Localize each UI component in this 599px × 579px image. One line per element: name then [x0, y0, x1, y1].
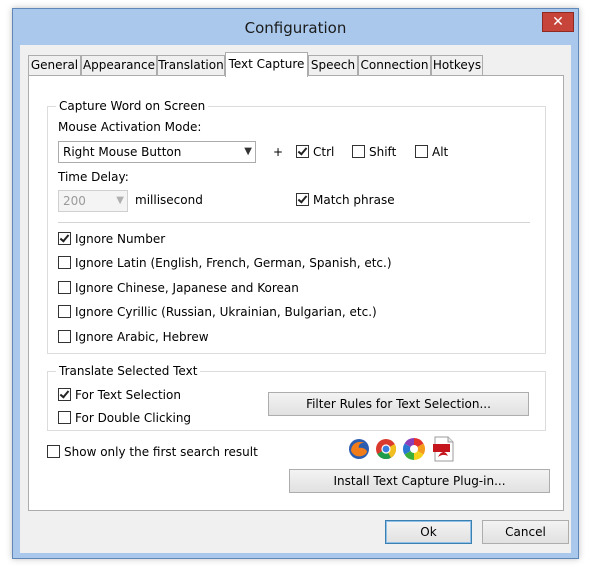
match-phrase-label: Match phrase	[313, 193, 395, 207]
ignore-cjk-label: Ignore Chinese, Japanese and Korean	[75, 281, 299, 295]
first-result-label: Show only the first search result	[64, 445, 258, 459]
cancel-button[interactable]: Cancel	[482, 520, 569, 544]
window-title: Configuration	[244, 19, 347, 37]
picasa-icon	[403, 438, 425, 460]
tab-text-capture[interactable]: Text Capture	[225, 52, 308, 77]
ignore-number-label: Ignore Number	[75, 232, 166, 246]
for-double-click-checkbox[interactable]	[58, 411, 71, 424]
firefox-icon	[349, 439, 369, 459]
tab-general[interactable]: General	[28, 55, 81, 76]
ctrl-checkbox[interactable]	[296, 145, 309, 158]
for-double-click-label: For Double Clicking	[75, 411, 192, 425]
tab-hotkeys[interactable]: Hotkeys	[431, 55, 483, 76]
time-delay-input[interactable]: 200 ▼	[58, 190, 128, 212]
checkmark-icon	[297, 193, 308, 204]
separator	[58, 222, 530, 223]
close-button[interactable]: ✕	[542, 12, 574, 32]
text-capture-panel: Capture Word on Screen Mouse Activation …	[28, 75, 564, 511]
checkmark-icon	[297, 145, 308, 156]
chrome-icon	[376, 439, 397, 460]
filter-rules-button[interactable]: Filter Rules for Text Selection...	[268, 392, 529, 416]
time-delay-label: Time Delay:	[58, 170, 129, 184]
chevron-down-icon: ▼	[116, 195, 124, 206]
for-text-selection-checkbox[interactable]	[58, 388, 71, 401]
shift-label: Shift	[369, 145, 397, 159]
tab-translation[interactable]: Translation	[157, 55, 225, 76]
capture-word-group: Capture Word on Screen Mouse Activation …	[47, 99, 546, 354]
install-plugin-button[interactable]: Install Text Capture Plug-in...	[289, 469, 550, 493]
tab-appearance[interactable]: Appearance	[81, 55, 157, 76]
dialog-client: General Appearance Translation Text Capt…	[20, 45, 571, 553]
activation-mode-label: Mouse Activation Mode:	[58, 120, 202, 134]
ignore-cjk-checkbox[interactable]	[58, 281, 71, 294]
shift-checkbox[interactable]	[352, 145, 365, 158]
translate-selected-group: Translate Selected Text For Text Selecti…	[47, 364, 546, 431]
tab-speech[interactable]: Speech	[308, 55, 358, 76]
ok-button[interactable]: Ok	[385, 520, 472, 544]
pdf-icon	[433, 436, 454, 462]
activation-mode-select[interactable]: Right Mouse Button ▼	[58, 141, 256, 163]
chevron-down-icon: ▼	[244, 146, 252, 157]
delay-unit-label: millisecond	[135, 193, 203, 207]
ignore-cyrillic-checkbox[interactable]	[58, 305, 71, 318]
alt-label: Alt	[432, 145, 449, 159]
for-text-selection-label: For Text Selection	[75, 388, 181, 402]
ctrl-label: Ctrl	[313, 145, 335, 159]
checkmark-icon	[59, 388, 70, 399]
match-phrase-checkbox[interactable]	[296, 193, 309, 206]
checkmark-icon	[59, 232, 70, 243]
ignore-arabic-checkbox[interactable]	[58, 330, 71, 343]
tab-connection[interactable]: Connection	[358, 55, 431, 76]
plus-sign: +	[273, 145, 284, 159]
ignore-latin-checkbox[interactable]	[58, 256, 71, 269]
capture-group-title: Capture Word on Screen	[56, 99, 209, 113]
title-bar[interactable]: Configuration ✕	[13, 9, 578, 45]
close-icon: ✕	[552, 14, 564, 30]
configuration-window: Configuration ✕ General Appearance Trans…	[12, 8, 579, 559]
ignore-arabic-label: Ignore Arabic, Hebrew	[75, 330, 209, 344]
ignore-latin-label: Ignore Latin (English, French, German, S…	[75, 256, 392, 270]
alt-checkbox[interactable]	[415, 145, 428, 158]
ignore-number-checkbox[interactable]	[58, 232, 71, 245]
translate-group-title: Translate Selected Text	[56, 364, 201, 378]
ignore-cyrillic-label: Ignore Cyrillic (Russian, Ukrainian, Bul…	[75, 305, 377, 319]
first-result-checkbox[interactable]	[47, 445, 60, 458]
